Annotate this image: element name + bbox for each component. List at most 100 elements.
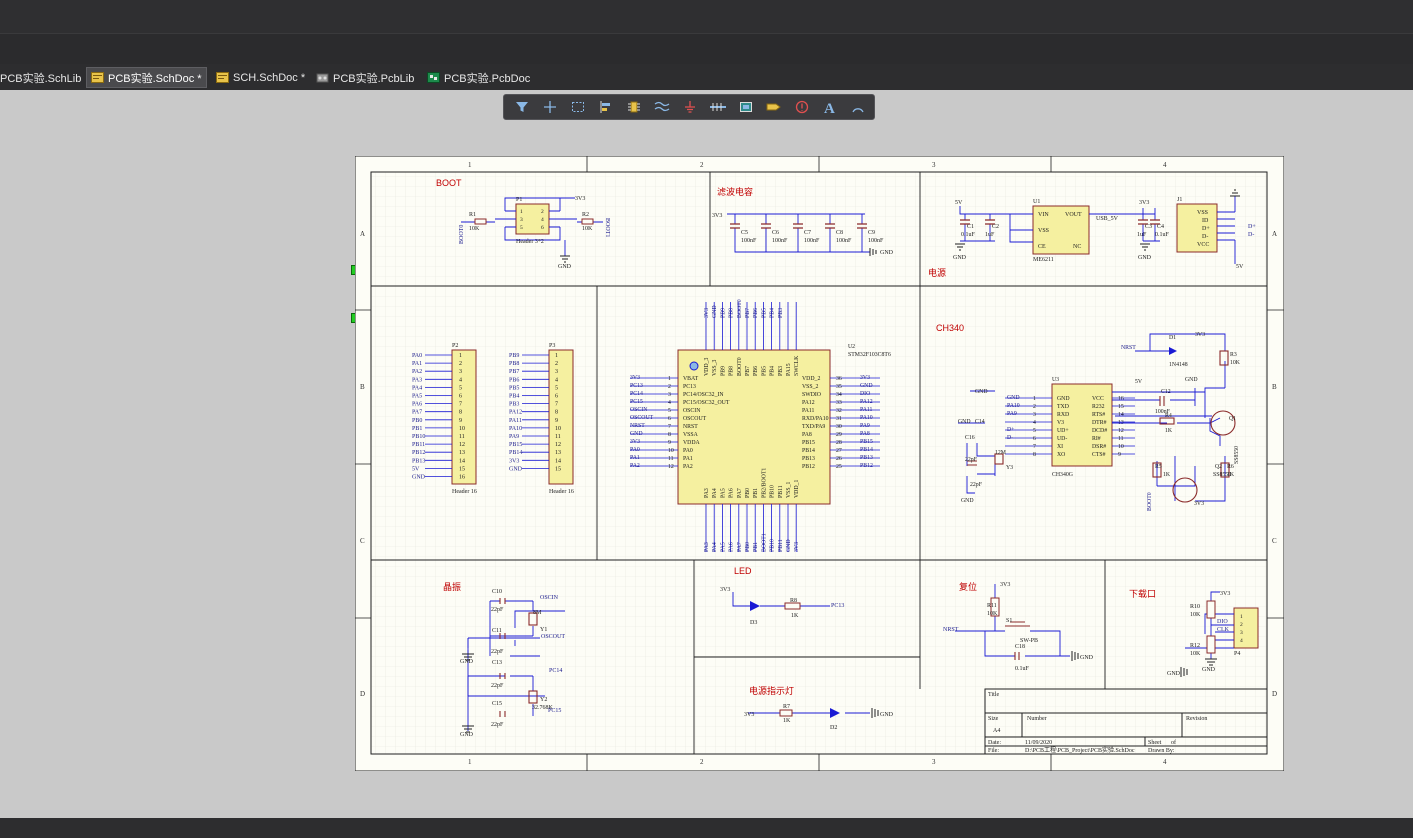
u2-pin-name: VDD_3 [704,358,710,376]
tab-sch-schdoc[interactable]: SCH.SchDoc * [212,67,309,88]
pin-number: 16 [459,475,465,481]
u2-net-label: GND [786,539,792,552]
u2-net-label: PB5 [761,308,767,318]
port-icon[interactable] [760,96,788,118]
y2-label: Y2 [540,697,547,703]
p3-pin-net: PA10 [509,426,522,432]
u2-net-label: PB7 [745,308,751,318]
p3-pin-net: GND [509,466,523,472]
u1-value: ME6211 [1033,257,1054,263]
power-3v3: 3V3 [1139,200,1149,206]
u2-net-label: OSCIN [630,407,648,413]
u2-pin-name: PB11 [778,485,784,498]
pin-number: 2 [555,361,558,367]
pin-number: 3 [555,369,558,375]
pin-number: 14 [459,458,465,464]
p3-pin-net: PB3 [509,402,519,408]
bus-icon[interactable] [704,96,732,118]
r1-label: R1 [469,212,476,218]
r10-value: 10K [1190,612,1201,618]
component-icon[interactable] [620,96,648,118]
filter-icon[interactable] [508,96,536,118]
pin-number: 15 [1118,404,1124,410]
select-rect-icon[interactable] [564,96,592,118]
q1-label: Q1 [1229,416,1236,422]
ground-power-icon[interactable] [676,96,704,118]
u2-pin-name: NRST [683,424,698,430]
c8-label: C8 [836,230,843,236]
svg-text:4: 4 [541,217,544,223]
tab-pcb-pcblib[interactable]: PCB实验.PcbLib [312,67,418,88]
p3-pin-net: PA11 [509,418,522,424]
u2-pin-name: VBAT [683,376,699,382]
u2-pin-name: VDD_2 [802,376,820,382]
c3-value: 1uF [1137,232,1147,238]
arc-icon[interactable] [844,96,872,118]
u2-net-label: PA11 [860,407,873,413]
tb-sheet: Sheet [1148,740,1162,746]
j1-dm-net: D- [1248,232,1254,238]
u3-pin-name: RI# [1092,436,1101,442]
status-bar [0,818,1413,838]
title-bar [0,0,1413,34]
u3-pin-name: RTS# [1092,412,1105,418]
u2-net-label: BOOT0 [737,299,743,318]
u2-pin-name: PB14 [802,448,815,454]
boot-vcc: 3V3 [575,196,585,202]
pin-number: 27 [836,448,842,454]
tab-pcb-schdoc[interactable]: PCB实验.SchDoc * [86,67,207,88]
sheet-symbol-icon[interactable] [732,96,760,118]
u3-net-label: PA10 [1007,403,1020,409]
r12-label: R12 [1190,643,1200,649]
u2-net-label: PB4 [770,308,776,318]
row-label: D [1272,690,1277,698]
u2-pin-name: PB12 [802,464,815,470]
u2-net-label: PB9 [720,308,726,318]
pin-number: 14 [555,458,561,464]
u2-pin-name: BOOT0 [737,357,743,376]
align-icon[interactable] [592,96,620,118]
cross-probe-icon[interactable] [536,96,564,118]
u1-vss: VSS [1038,228,1049,234]
r5-label: R5 [1155,464,1162,470]
tab-pcb-pcbdoc[interactable]: PCB实验.PcbDoc [423,67,534,88]
clk-net: CLK [1217,627,1230,633]
u2-value: STM32F103C8T6 [848,352,891,358]
u2-pin-name: OSCIN [683,408,701,414]
wire-icon[interactable] [648,96,676,118]
tab-pcb-schlib[interactable]: PCB实验.SchLib [0,67,85,88]
pled-gnd: GND [880,712,894,718]
u2-net-label: PB12 [860,463,873,469]
u2-net-label: 3V3 [794,542,800,552]
j1-5v: 5V [1236,264,1244,270]
c13-value: 22pF [491,683,504,689]
p2-value: Header 16 [452,489,477,495]
u2-pin-name: PA3 [704,488,710,498]
u2-pin-name: PB8 [729,366,735,376]
pin-number: 34 [836,392,842,398]
tb-size-val: A4 [993,728,1000,734]
c14-value: 22pF [970,482,983,488]
directive-icon[interactable] [788,96,816,118]
pin-number: 2 [1033,404,1036,410]
tb-title: Title [988,692,999,698]
ch340-gnd3: GND [1185,377,1198,383]
u2-pin-name: PB13 [802,456,815,462]
pin-number: 28 [836,440,842,446]
r6-value: 1K [1227,472,1235,478]
schematic-sheet[interactable]: 1 2 3 4 1 2 3 4 A B C D A B C D BOOT 滤波电… [355,156,1284,771]
nrst-net: NRST [1121,345,1136,351]
pin-number: 5 [555,385,558,391]
pin-number: 10 [555,426,561,432]
ch340-vcc: 3V3 [1195,332,1205,338]
pin-number: 3 [1033,412,1036,418]
text-icon[interactable]: A [816,96,844,118]
pin-number: 14 [1118,412,1124,418]
u2-net-label: PA3 [704,542,710,552]
p2-pin-net: PA5 [412,394,422,400]
dl-gnd2: GND [1202,667,1216,673]
u2-pin-name: PB5 [761,366,767,376]
y3-label: Y3 [1006,465,1013,471]
p3-pin-net: PB15 [509,442,522,448]
p2-pin-net: PB13 [412,458,425,464]
